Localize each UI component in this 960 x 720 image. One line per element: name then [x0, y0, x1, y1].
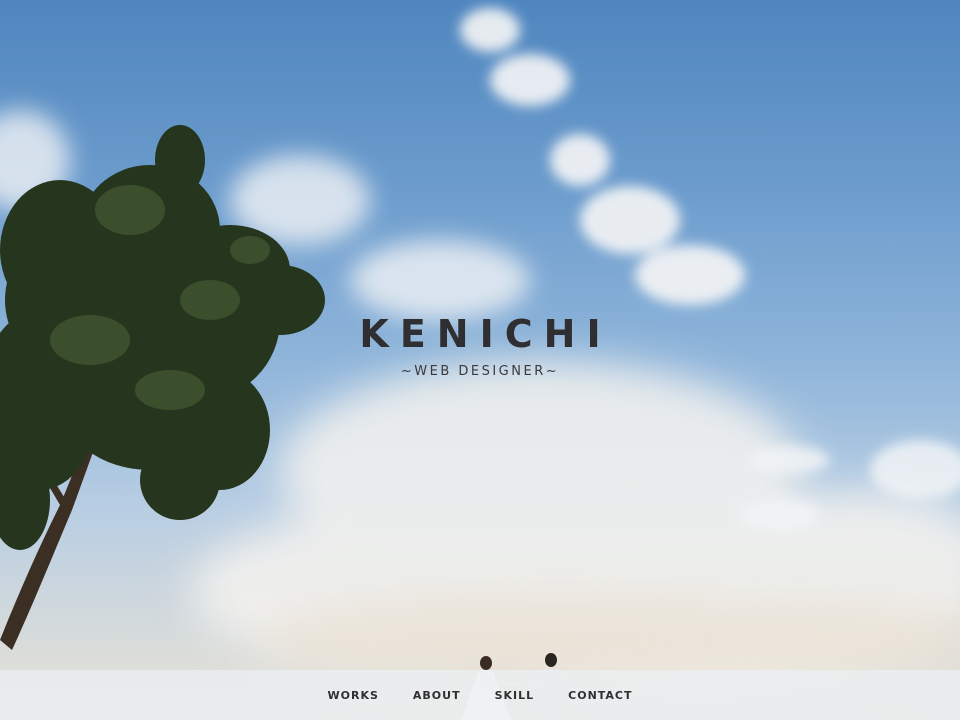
nav-link-about[interactable]: ABOUT: [413, 689, 461, 702]
nav-link-skill[interactable]: SKILL: [495, 689, 535, 702]
bottom-navbar: WORKS ABOUT SKILL CONTACT: [0, 670, 960, 720]
nav-list: WORKS ABOUT SKILL CONTACT: [0, 670, 960, 720]
nav-link-contact[interactable]: CONTACT: [568, 689, 632, 702]
site-title: KENICHI: [359, 312, 612, 356]
site-tagline: ~WEB DESIGNER~: [400, 364, 560, 379]
nav-link-works[interactable]: WORKS: [327, 689, 378, 702]
hero-section: KENICHI ~WEB DESIGNER~: [0, 0, 960, 720]
brand-block: KENICHI ~WEB DESIGNER~: [0, 312, 960, 379]
